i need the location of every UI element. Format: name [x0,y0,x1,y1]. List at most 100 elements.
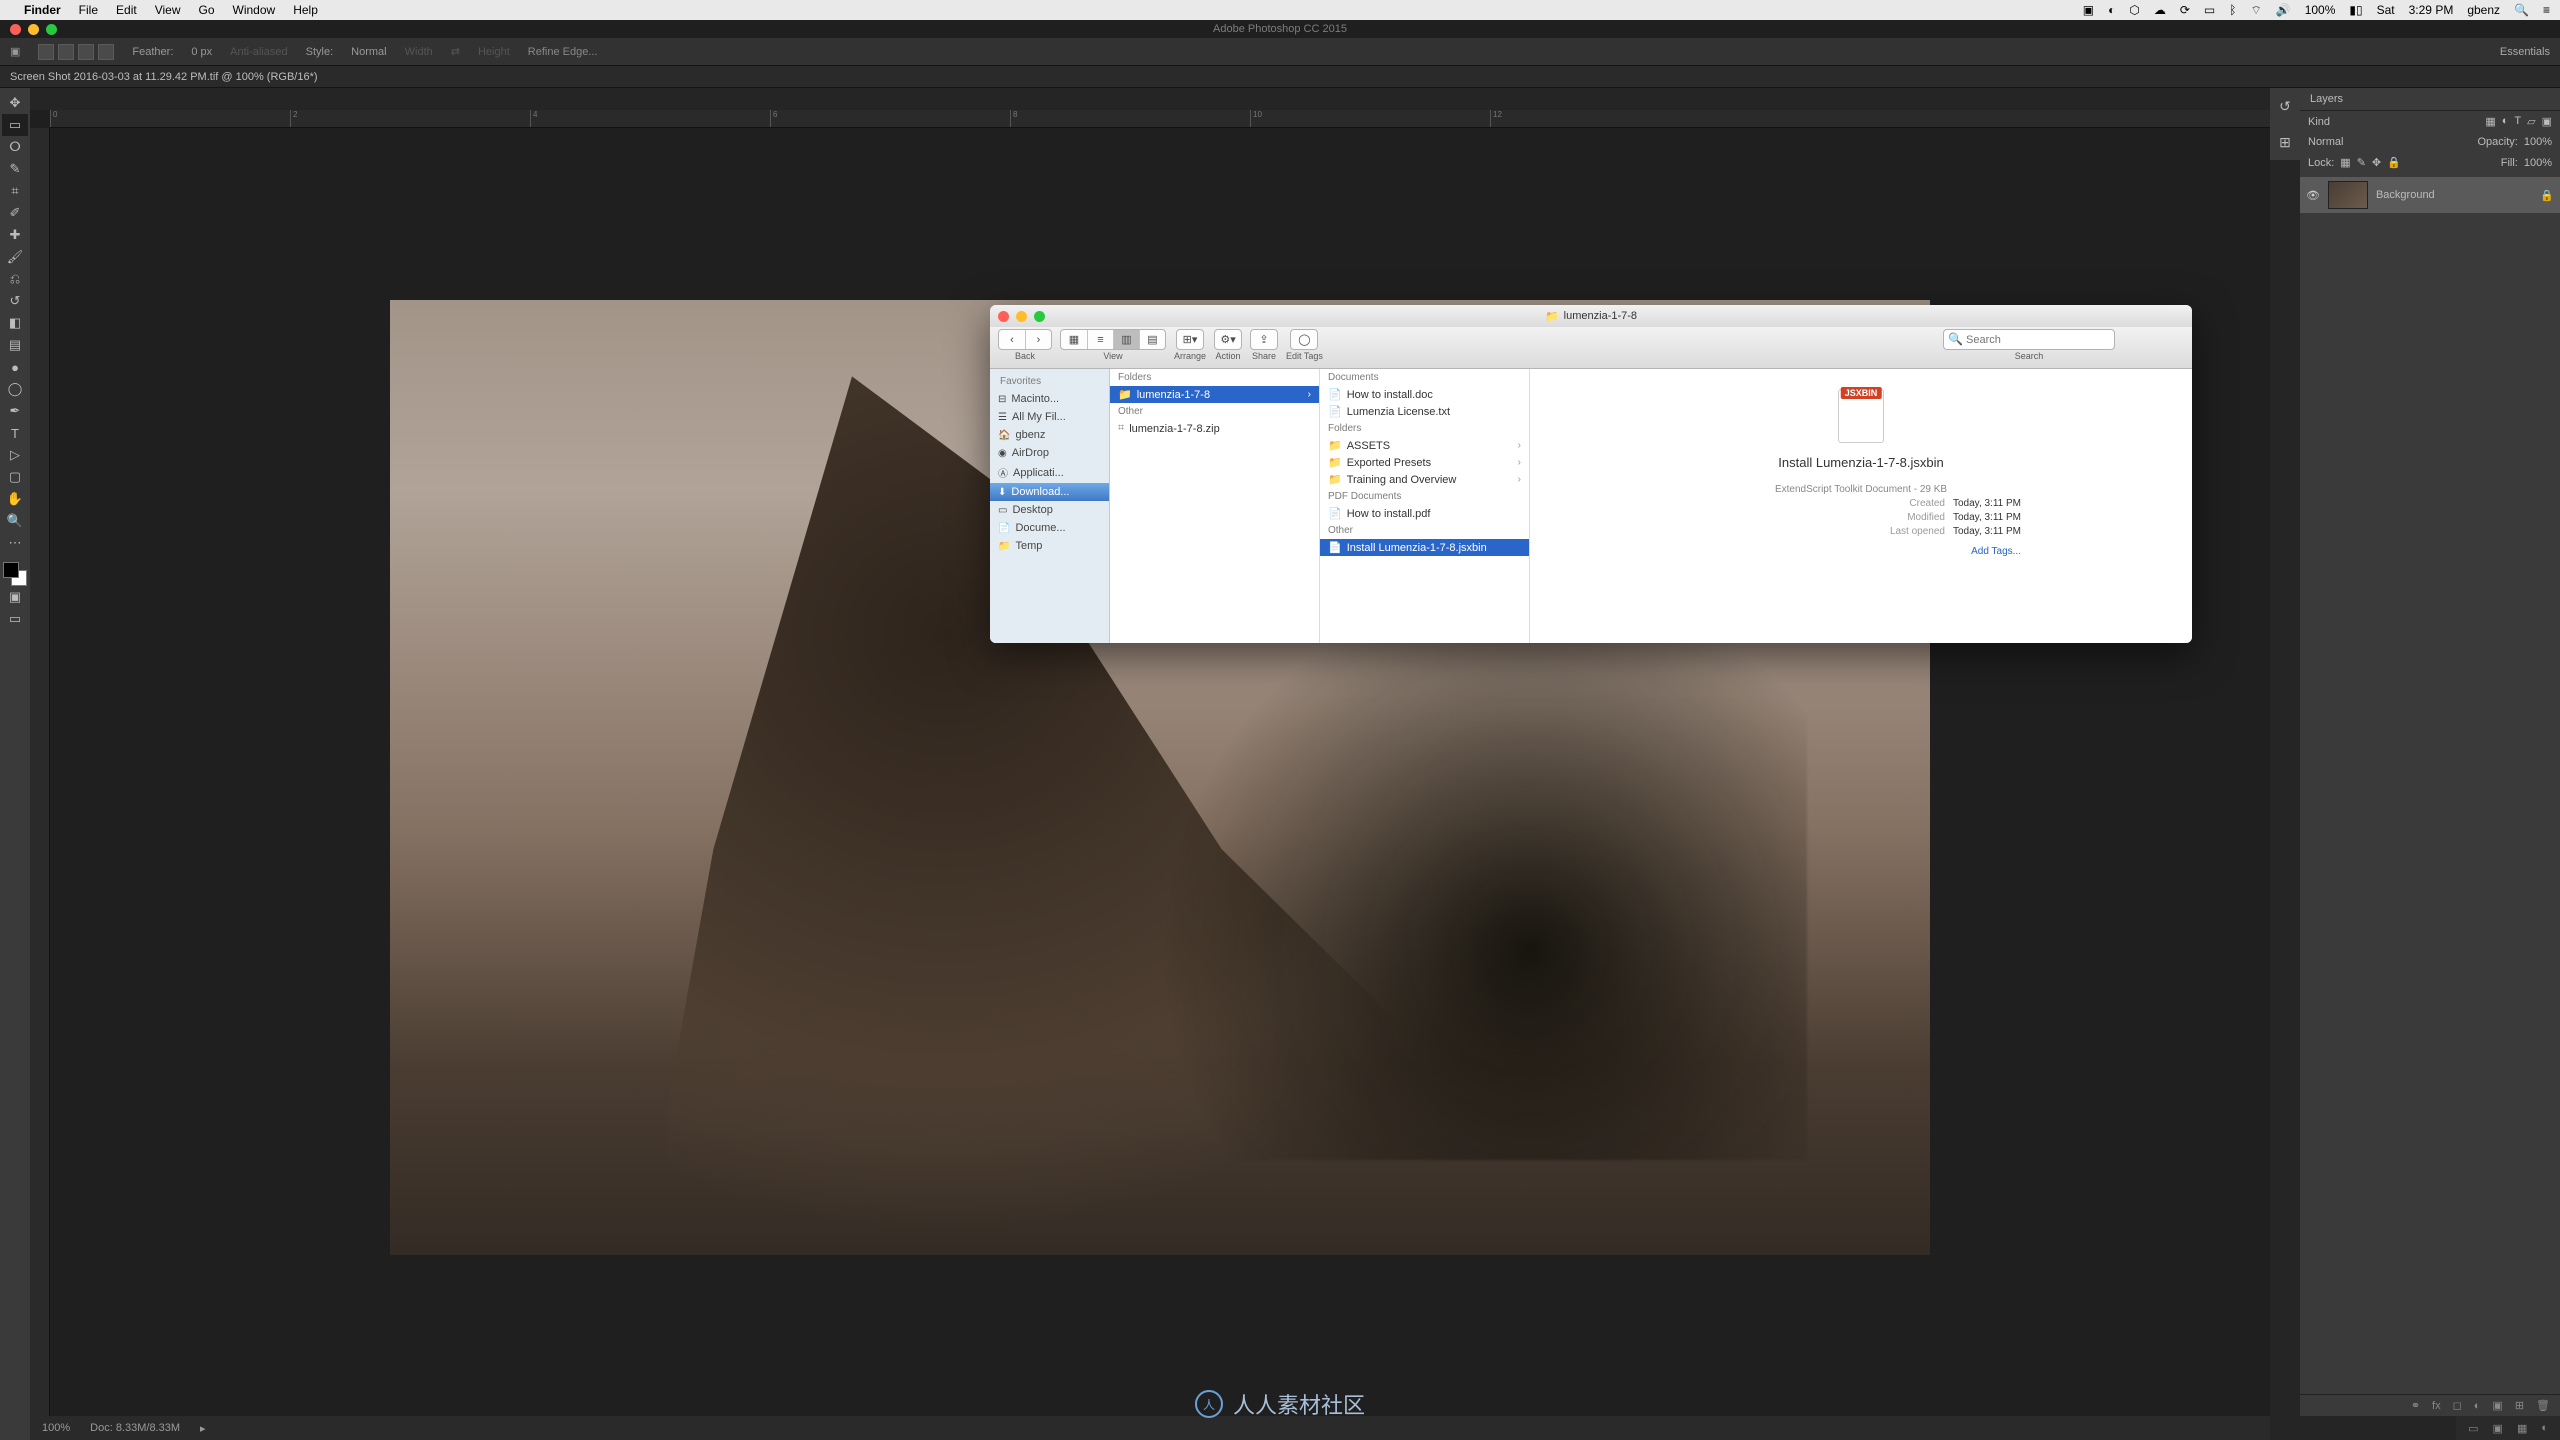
link-icon[interactable]: ⚭ [2411,1399,2420,1412]
intersect-selection-icon[interactable] [98,44,114,60]
sidebar-item-allfiles[interactable]: ☰All My Fil... [990,408,1109,426]
properties-panel-icon[interactable]: ⊞ [2279,134,2291,151]
file-zip[interactable]: ⌗lumenzia-1-7-8.zip [1110,420,1319,437]
screenmode-icon[interactable]: ▭ [2,608,28,630]
mb-foot-icon[interactable]: ◐ [2541,1422,2548,1434]
file-jsxbin[interactable]: 📄Install Lumenzia-1-7-8.jsxbin [1320,539,1529,556]
history-panel-icon[interactable]: ↺ [2279,98,2291,115]
menu-view[interactable]: View [155,3,181,17]
color-swatch[interactable] [3,562,27,586]
sidebar-item-documents[interactable]: 📄Docume... [990,519,1109,537]
menubar-user[interactable]: gbenz [2467,3,2500,17]
pen-tool-icon[interactable]: ✒ [2,400,28,422]
mask-icon[interactable]: ◻ [2453,1399,2462,1412]
dodge-tool-icon[interactable]: ◯ [2,378,28,400]
file-doc[interactable]: 📄How to install.doc [1320,386,1529,403]
lasso-tool-icon[interactable]: ⵔ [2,136,28,158]
visibility-icon[interactable]: 👁 [2306,189,2320,202]
zoom-level[interactable]: 100% [42,1422,70,1434]
blend-mode[interactable]: Normal [2308,136,2343,148]
folder-training[interactable]: 📁Training and Overview› [1320,471,1529,488]
list-view-button[interactable]: ≡ [1087,330,1113,349]
lock-all-icon[interactable]: 🔒 [2387,156,2401,169]
more-tool-icon[interactable]: ⋯ [2,532,28,554]
mb-foot-icon[interactable]: ▭ [2468,1422,2478,1435]
type-tool-icon[interactable]: T [2,422,28,444]
quickmask-icon[interactable]: ▣ [2,586,28,608]
minimize-button[interactable] [28,24,39,35]
icon-view-button[interactable]: ▦ [1061,330,1087,349]
menu-window[interactable]: Window [233,3,276,17]
finder-minimize-button[interactable] [1016,311,1027,322]
finder-zoom-button[interactable] [1034,311,1045,322]
action-button[interactable]: ⚙▾ [1214,329,1242,350]
menu-file[interactable]: File [79,3,98,17]
finder-titlebar[interactable]: 📁 lumenzia-1-7-8 [990,305,2192,327]
trash-icon[interactable]: 🗑 [2536,1399,2550,1412]
lock-icon[interactable]: 🔒 [2540,189,2554,202]
sidebar-item-home[interactable]: 🏠gbenz [990,426,1109,444]
column-view-button[interactable]: ▥ [1113,330,1139,349]
new-layer-icon[interactable]: ⊞ [2515,1399,2524,1412]
quickselect-tool-icon[interactable]: ✎ [2,158,28,180]
menu-help[interactable]: Help [293,3,318,17]
search-input[interactable] [1943,329,2115,350]
mb-foot-icon[interactable]: ▦ [2517,1422,2527,1435]
file-txt[interactable]: 📄Lumenzia License.txt [1320,403,1529,420]
fill-val[interactable]: 100% [2524,157,2552,169]
menubar-day[interactable]: Sat [2377,3,2395,17]
arrange-button[interactable]: ⊞▾ [1176,329,1204,350]
new-selection-icon[interactable] [38,44,54,60]
document-tab[interactable]: Screen Shot 2016-03-03 at 11.29.42 PM.ti… [0,66,2560,88]
ps-logo-icon[interactable]: ▣ [10,45,20,58]
back-button[interactable]: ‹ [999,330,1025,349]
path-tool-icon[interactable]: ▷ [2,444,28,466]
refine-edge-button[interactable]: Refine Edge... [528,46,598,58]
battery-pct[interactable]: 100% [2305,3,2336,17]
finder-close-button[interactable] [998,311,1009,322]
spotlight-icon[interactable]: 🔍 [2514,3,2529,17]
blur-tool-icon[interactable]: ● [2,356,28,378]
opacity-val[interactable]: 100% [2524,136,2552,148]
heal-tool-icon[interactable]: ✚ [2,224,28,246]
lock-pixels-icon[interactable]: ✎ [2357,156,2366,169]
brush-tool-icon[interactable]: 🖌 [2,246,28,268]
crop-tool-icon[interactable]: ⌗ [2,180,28,202]
filter-smart-icon[interactable]: ▣ [2542,115,2552,128]
menubar-time[interactable]: 3:29 PM [2409,3,2454,17]
wifi-icon[interactable]: ⌔ [2250,3,2261,18]
filter-adjustment-icon[interactable]: ◐ [2502,115,2509,128]
marquee-tool-icon[interactable]: ▭ [2,114,28,136]
zoom-tool-icon[interactable]: 🔍 [2,510,28,532]
fx-icon[interactable]: fx [2432,1400,2441,1412]
stamp-tool-icon[interactable]: ⎌ [2,268,28,290]
bluetooth-icon[interactable]: ᛒ [2229,3,2236,17]
gradient-tool-icon[interactable]: ▤ [2,334,28,356]
folder-presets[interactable]: 📁Exported Presets› [1320,454,1529,471]
display-icon[interactable]: ▭ [2204,3,2215,17]
zoom-button[interactable] [46,24,57,35]
tags-button[interactable]: ◯ [1290,329,1318,350]
forward-button[interactable]: › [1025,330,1051,349]
dropbox-icon[interactable]: ⬡ [2129,3,2139,17]
close-button[interactable] [10,24,21,35]
eyedropper-tool-icon[interactable]: ✐ [2,202,28,224]
menubar-app[interactable]: Finder [24,3,61,17]
lock-position-icon[interactable]: ✥ [2372,156,2381,169]
history-tool-icon[interactable]: ↺ [2,290,28,312]
eraser-tool-icon[interactable]: ◧ [2,312,28,334]
notification-icon[interactable]: ≡ [2543,3,2550,17]
battery-icon[interactable]: ▮▯ [2349,3,2362,17]
menu-go[interactable]: Go [199,3,215,17]
subtract-selection-icon[interactable] [78,44,94,60]
layer-row[interactable]: 👁 Background 🔒 [2300,177,2560,213]
sidebar-item-applications[interactable]: ⒶApplicati... [990,462,1109,483]
filter-pixel-icon[interactable]: ▦ [2485,115,2495,128]
layers-tab[interactable]: Layers [2300,88,2560,111]
menu-edit[interactable]: Edit [116,3,137,17]
move-tool-icon[interactable]: ✥ [2,92,28,114]
feather-value[interactable]: 0 px [191,46,212,58]
sidebar-item-airdrop[interactable]: ◉AirDrop [990,444,1109,462]
mb-foot-icon[interactable]: ▣ [2493,1422,2503,1435]
sidebar-item-macintosh[interactable]: ⊟Macinto... [990,390,1109,408]
